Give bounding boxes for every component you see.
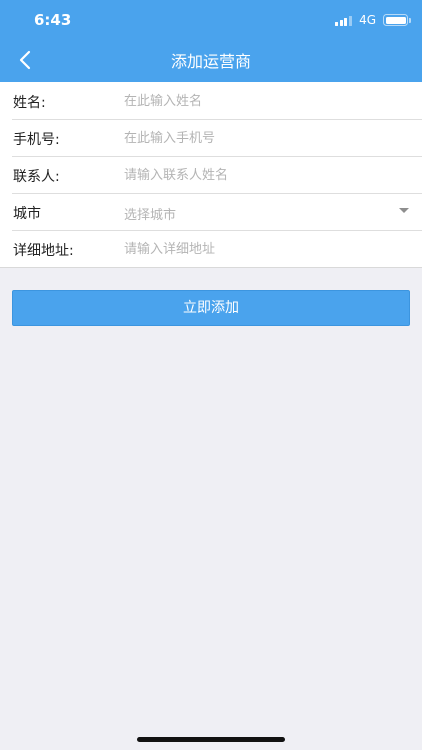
status-indicators: 4G (335, 13, 411, 27)
submit-button[interactable]: 立即添加 (12, 290, 410, 326)
signal-icon (335, 14, 353, 26)
city-label: 城市 (13, 206, 41, 222)
home-indicator (137, 737, 285, 742)
contact-row: 联系人: (0, 156, 422, 193)
page-title: 添加运营商 (170, 52, 251, 71)
status-bar: 6:43 4G (0, 0, 422, 40)
nav-bar: 添加运营商 (0, 40, 422, 82)
status-time: 6:43 (34, 11, 72, 29)
battery-level (385, 16, 406, 24)
address-label: 详细地址: (13, 243, 74, 259)
name-row: 姓名: (0, 82, 422, 119)
city-row[interactable]: 城市 选择城市 (0, 193, 422, 230)
city-select[interactable]: 选择城市 (124, 204, 176, 223)
network-type: 4G (359, 13, 376, 27)
caret-down-icon[interactable] (399, 208, 409, 213)
phone-input[interactable] (124, 125, 394, 151)
address-row: 详细地址: (0, 230, 422, 267)
contact-label: 联系人: (13, 169, 60, 185)
address-input[interactable] (124, 236, 394, 262)
name-input[interactable] (124, 88, 394, 114)
operator-form: 姓名: 手机号: 联系人: 城市 选择城市 详细地址: (0, 82, 422, 268)
header: 6:43 4G 添加运营商 (0, 0, 422, 82)
battery-icon (383, 14, 411, 26)
phone-row: 手机号: (0, 119, 422, 156)
contact-input[interactable] (124, 162, 394, 188)
name-label: 姓名: (13, 95, 46, 111)
screen: 6:43 4G 添加运营商 姓名: 在此输入姓名 手机号: 在此输入手机号 联系… (0, 0, 422, 750)
phone-label: 手机号: (13, 132, 60, 148)
